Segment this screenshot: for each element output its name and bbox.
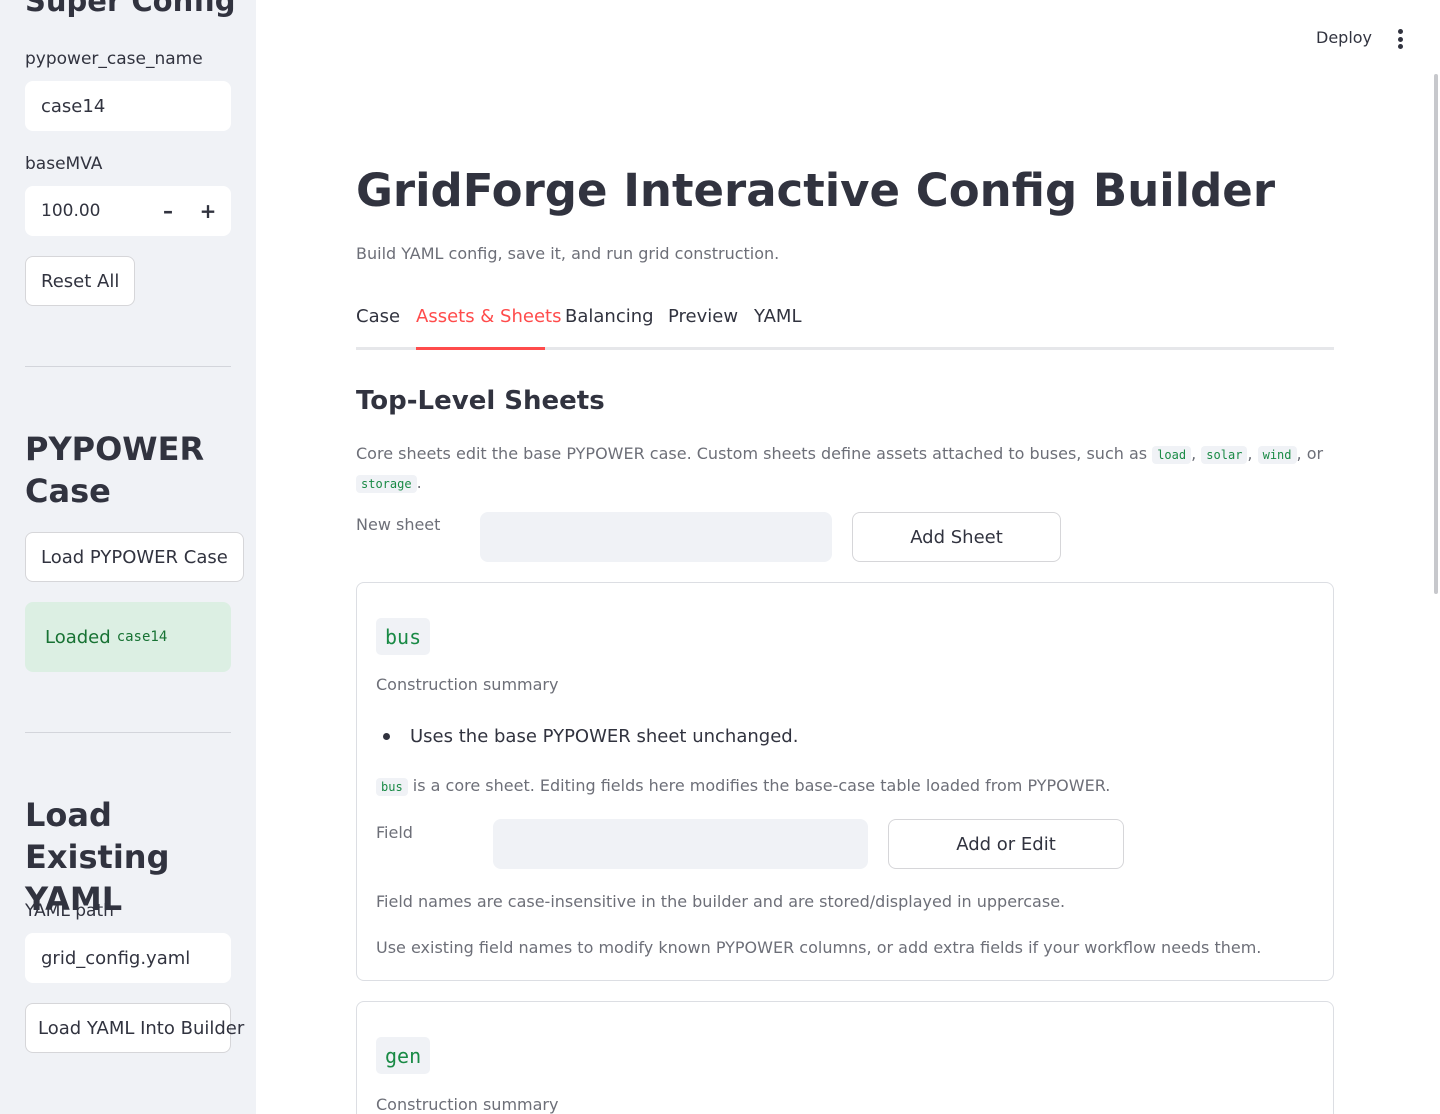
- add-sheet-button[interactable]: Add Sheet: [852, 512, 1061, 562]
- sheet-name: gen: [376, 1037, 431, 1074]
- basemva-value: 100.00: [41, 201, 101, 221]
- summary-list-item: Uses the base PYPOWER sheet unchanged.: [383, 726, 798, 747]
- section-title: Top-Level Sheets: [356, 386, 605, 416]
- tab-case[interactable]: Case: [356, 306, 400, 327]
- load-pypower-case-button[interactable]: Load PYPOWER Case: [25, 532, 244, 582]
- code-load: load: [1152, 446, 1192, 464]
- case-name-value: case14: [41, 95, 106, 117]
- field-names-note: Field names are case-insensitive in the …: [376, 892, 1066, 911]
- yaml-path-value: grid_config.yaml: [41, 947, 191, 969]
- sheet-card-gen: gen Construction summary: [356, 1001, 1334, 1114]
- reset-all-button[interactable]: Reset All: [25, 256, 136, 306]
- pypower-case-heading: PYPOWER Case: [25, 430, 205, 510]
- case-name-input[interactable]: case14: [25, 81, 231, 131]
- yaml-path-input[interactable]: grid_config.yaml: [25, 933, 231, 983]
- construction-summary-caption: Construction summary: [376, 675, 559, 694]
- page-subtitle: Build YAML config, save it, and run grid…: [356, 244, 780, 263]
- decrement-button[interactable]: –: [155, 199, 181, 223]
- loaded-case-code: case14: [116, 629, 168, 645]
- core-sheet-text: is a core sheet. Editing fields here mod…: [412, 776, 1111, 795]
- app-root: Super Config pypower_case_name case14 ba…: [0, 0, 1440, 1114]
- tab-bar: Case Assets & Sheets Balancing Preview Y…: [356, 304, 1334, 350]
- deploy-button[interactable]: Deploy: [1316, 28, 1372, 47]
- sidebar: Super Config pypower_case_name case14 ba…: [0, 0, 256, 1114]
- scrollbar[interactable]: [1434, 74, 1438, 594]
- sheets-description: Core sheets edit the base PYPOWER case. …: [356, 440, 1326, 498]
- core-sheet-code: bus: [376, 778, 408, 796]
- summary-text: Uses the base PYPOWER sheet unchanged.: [410, 726, 799, 747]
- desc-sep: , or: [1296, 444, 1324, 463]
- increment-button[interactable]: +: [195, 199, 221, 223]
- sidebar-divider: [25, 366, 231, 367]
- new-sheet-input[interactable]: [480, 512, 832, 562]
- desc-end: .: [416, 473, 422, 492]
- add-or-edit-button[interactable]: Add or Edit: [888, 819, 1124, 869]
- sheet-card-bus: bus Construction summary Uses the base P…: [356, 582, 1334, 981]
- desc-sep: ,: [1191, 444, 1197, 463]
- tab-balancing[interactable]: Balancing: [565, 306, 654, 327]
- field-input[interactable]: [493, 819, 868, 869]
- desc-text: Core sheets edit the base PYPOWER case. …: [356, 444, 1148, 463]
- active-tab-indicator: [416, 347, 545, 350]
- basemva-label: baseMVA: [25, 154, 103, 174]
- bullet-dot: [383, 733, 390, 740]
- basemva-stepper[interactable]: 100.00 – +: [25, 186, 231, 236]
- code-wind: wind: [1257, 446, 1297, 464]
- stepper-buttons: – +: [155, 199, 221, 223]
- case-name-label: pypower_case_name: [25, 49, 203, 69]
- sidebar-title: Super Config: [25, 0, 236, 18]
- new-sheet-label: New sheet: [356, 515, 441, 534]
- tab-yaml[interactable]: YAML: [754, 306, 801, 327]
- loaded-success-alert: Loaded case14: [25, 602, 231, 672]
- existing-fields-note: Use existing field names to modify known…: [376, 938, 1262, 957]
- core-sheet-note: bus is a core sheet. Editing fields here…: [376, 776, 1111, 796]
- page-title: GridForge Interactive Config Builder: [356, 164, 1276, 217]
- construction-summary-caption: Construction summary: [376, 1095, 559, 1114]
- field-label: Field: [376, 823, 413, 842]
- desc-sep: ,: [1247, 444, 1253, 463]
- sidebar-divider: [25, 732, 231, 733]
- vertical-dots-icon[interactable]: [1396, 29, 1404, 49]
- load-yaml-button[interactable]: Load YAML Into Builder: [25, 1003, 244, 1053]
- yaml-path-label: YAML path: [25, 901, 114, 921]
- code-storage: storage: [356, 475, 417, 493]
- sheet-name: bus: [376, 618, 431, 655]
- loaded-text: Loaded: [45, 626, 111, 648]
- tab-assets-sheets[interactable]: Assets & Sheets: [416, 306, 561, 327]
- code-solar: solar: [1201, 446, 1248, 464]
- tab-preview[interactable]: Preview: [668, 306, 738, 327]
